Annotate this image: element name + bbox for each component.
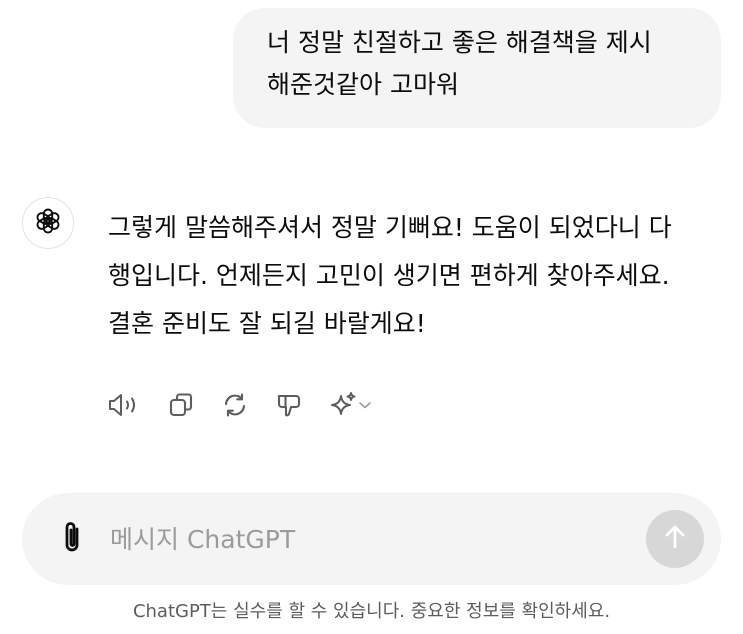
sparkle-model-icon	[328, 391, 372, 419]
copy-icon	[167, 391, 195, 419]
read-aloud-button[interactable]	[106, 388, 140, 422]
copy-button[interactable]	[164, 388, 198, 422]
regenerate-icon	[221, 391, 249, 419]
thumbs-down-button[interactable]	[272, 388, 306, 422]
assistant-message-line: 그렇게 말씀해주셔서 정말 기뻐요! 도움이 되었다니 다	[108, 213, 672, 242]
read-aloud-icon	[107, 392, 139, 418]
paperclip-icon	[60, 519, 84, 559]
chat-page: 너 정말 친절하고 좋은 해결책을 제시 해준것같아 고마워 그렇게 말씀해주셔…	[0, 0, 743, 634]
attach-button[interactable]	[54, 520, 90, 558]
user-message-bubble: 너 정말 친절하고 좋은 해결책을 제시 해준것같아 고마워	[233, 8, 721, 128]
regenerate-button[interactable]	[218, 388, 252, 422]
user-message-line: 해준것같아 고마워	[267, 70, 459, 99]
assistant-message: 그렇게 말씀해주셔서 정말 기뻐요! 도움이 되었다니 다 행입니다. 언제든지…	[108, 204, 733, 348]
user-message-line: 너 정말 친절하고 좋은 해결책을 제시	[267, 28, 652, 57]
arrow-up-icon	[662, 523, 688, 555]
assistant-message-line: 행입니다. 언제든지 고민이 생기면 편하게 찾아주세요.	[108, 261, 670, 290]
message-composer	[22, 493, 721, 585]
thumbs-down-icon	[275, 391, 303, 419]
send-button[interactable]	[646, 510, 704, 568]
disclaimer-text: ChatGPT는 실수를 할 수 있습니다. 중요한 정보를 확인하세요.	[132, 601, 611, 622]
chevron-down-icon	[359, 402, 371, 409]
assistant-avatar	[22, 197, 74, 249]
assistant-message-line: 결혼 준비도 잘 되길 바랄게요!	[108, 309, 426, 338]
openai-logo-icon	[33, 206, 63, 240]
message-input[interactable]	[110, 519, 630, 559]
model-switcher-button[interactable]	[324, 388, 376, 422]
